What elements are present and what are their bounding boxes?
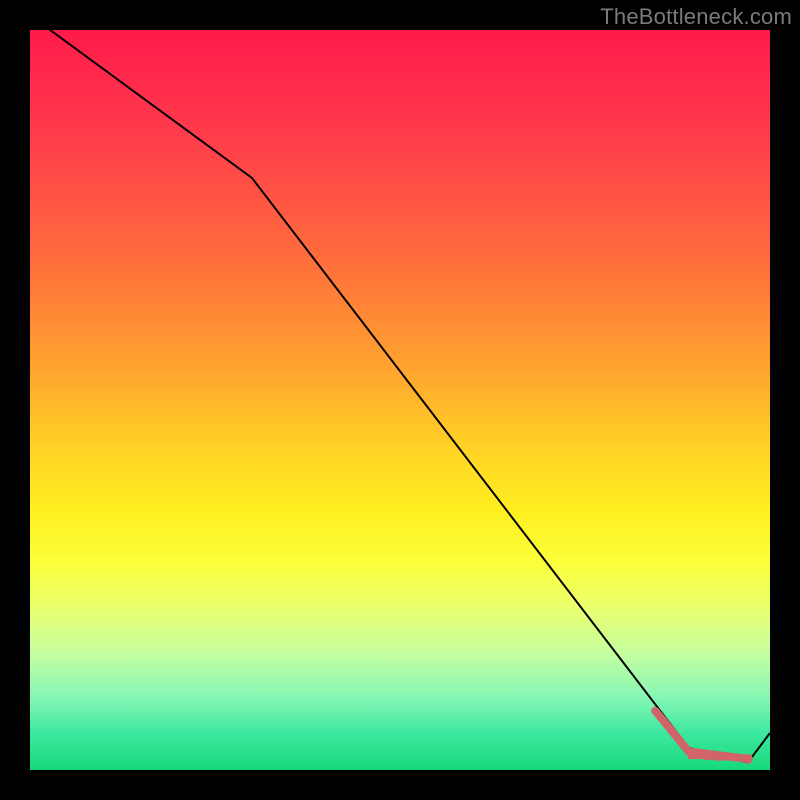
highlight-dashes: [690, 757, 740, 759]
watermark-text: TheBottleneck.com: [600, 4, 792, 30]
chart-svg: [30, 30, 770, 770]
series-curve: [30, 30, 770, 763]
series-highlight-segment: [655, 711, 748, 759]
chart-container: TheBottleneck.com: [0, 0, 800, 800]
highlight-dot-marker: [743, 754, 753, 764]
